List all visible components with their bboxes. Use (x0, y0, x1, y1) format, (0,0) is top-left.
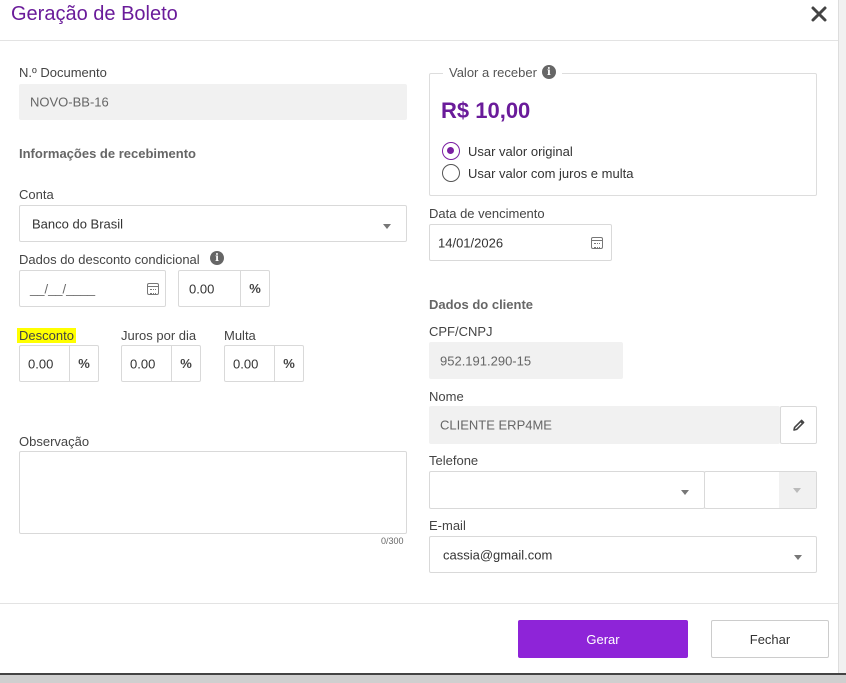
telefone-label: Telefone (429, 453, 479, 468)
documento-label: N.º Documento (19, 65, 107, 80)
chevron-down-icon (383, 224, 391, 229)
conta-value: Banco do Brasil (32, 216, 124, 231)
pencil-icon (792, 419, 804, 431)
multa-input[interactable]: 0.00 % (224, 345, 304, 382)
email-value: cassia@gmail.com (443, 547, 553, 562)
observacao-counter: 0/300 (381, 536, 404, 546)
dialog-header: Geração de Boleto (0, 0, 838, 41)
info-icon[interactable]: i (210, 251, 224, 265)
recebimento-section-title: Informações de recebimento (19, 146, 196, 161)
radio-valor-original[interactable] (442, 142, 460, 160)
cpf-field: 952.191.290-15 (429, 342, 623, 379)
cpf-label: CPF/CNPJ (429, 324, 493, 339)
background-window-bottom (0, 673, 846, 683)
conta-select[interactable]: Banco do Brasil (19, 205, 407, 242)
conta-label: Conta (19, 187, 54, 202)
fechar-button[interactable]: Fechar (711, 620, 829, 658)
telefone-number-dropdown-toggle[interactable] (779, 472, 816, 508)
desconto-label: Desconto (17, 328, 76, 343)
valor-receber-label: Valor a receber (449, 64, 537, 80)
background-window-edge (838, 0, 846, 683)
desconto-label-text: Desconto (17, 328, 76, 343)
valor-receber-legend: Valor a receber i (443, 64, 562, 80)
chevron-down-icon (793, 488, 801, 493)
telefone-type-select[interactable] (429, 471, 705, 509)
boleto-dialog: Geração de Boleto N.º Documento NOVO-BB-… (0, 0, 846, 683)
nome-field: CLIENTE ERP4ME (429, 406, 780, 444)
documento-field: NOVO-BB-16 (19, 84, 407, 120)
observacao-textarea[interactable] (19, 451, 407, 534)
percent-suffix: % (274, 346, 303, 381)
close-icon[interactable] (810, 5, 828, 23)
dialog-title: Geração de Boleto (11, 3, 178, 25)
cliente-section-title: Dados do cliente (429, 297, 534, 312)
percent-suffix: % (69, 346, 98, 381)
calendar-icon[interactable] (591, 237, 603, 249)
nome-label: Nome (429, 389, 464, 404)
desconto-condicional-value: 0.00 (189, 281, 215, 296)
edit-client-button[interactable] (780, 406, 817, 444)
chevron-down-icon (681, 490, 689, 495)
gerar-button[interactable]: Gerar (518, 620, 688, 658)
desconto-condicional-label: Dados do desconto condicional (19, 252, 200, 267)
juros-input[interactable]: 0.00 % (121, 345, 201, 382)
email-label: E-mail (429, 518, 466, 533)
info-icon[interactable]: i (541, 65, 556, 79)
desconto-condicional-date-input[interactable]: __/__/____ (19, 270, 166, 307)
nome-value: CLIENTE ERP4ME (440, 417, 552, 433)
vencimento-date-input[interactable]: 14/01/2026 (429, 224, 612, 261)
vencimento-label: Data de vencimento (429, 206, 545, 221)
vencimento-value: 14/01/2026 (438, 235, 504, 250)
footer-divider (0, 603, 838, 604)
valor-amount: R$ 10,00 (441, 98, 531, 123)
multa-value: 0.00 (233, 356, 259, 371)
desconto-condicional-input[interactable]: 0.00 % (178, 270, 270, 307)
calendar-icon[interactable] (147, 283, 159, 295)
juros-label: Juros por dia (121, 328, 197, 343)
juros-value: 0.00 (130, 356, 156, 371)
cpf-value: 952.191.290-15 (440, 353, 532, 368)
telefone-number-select[interactable] (704, 471, 817, 509)
radio-valor-original-label[interactable]: Usar valor original (468, 144, 573, 159)
chevron-down-icon (794, 555, 802, 560)
desconto-condicional-date-placeholder: __/__/____ (30, 281, 96, 296)
radio-valor-juros[interactable] (442, 164, 460, 182)
radio-valor-juros-label[interactable]: Usar valor com juros e multa (468, 166, 633, 181)
documento-value: NOVO-BB-16 (30, 94, 109, 110)
percent-suffix: % (240, 271, 269, 306)
percent-suffix: % (171, 346, 200, 381)
multa-label: Multa (224, 328, 256, 343)
email-select[interactable]: cassia@gmail.com (429, 536, 817, 573)
observacao-label: Observação (19, 434, 90, 449)
desconto-value: 0.00 (28, 356, 54, 371)
desconto-input[interactable]: 0.00 % (19, 345, 99, 382)
